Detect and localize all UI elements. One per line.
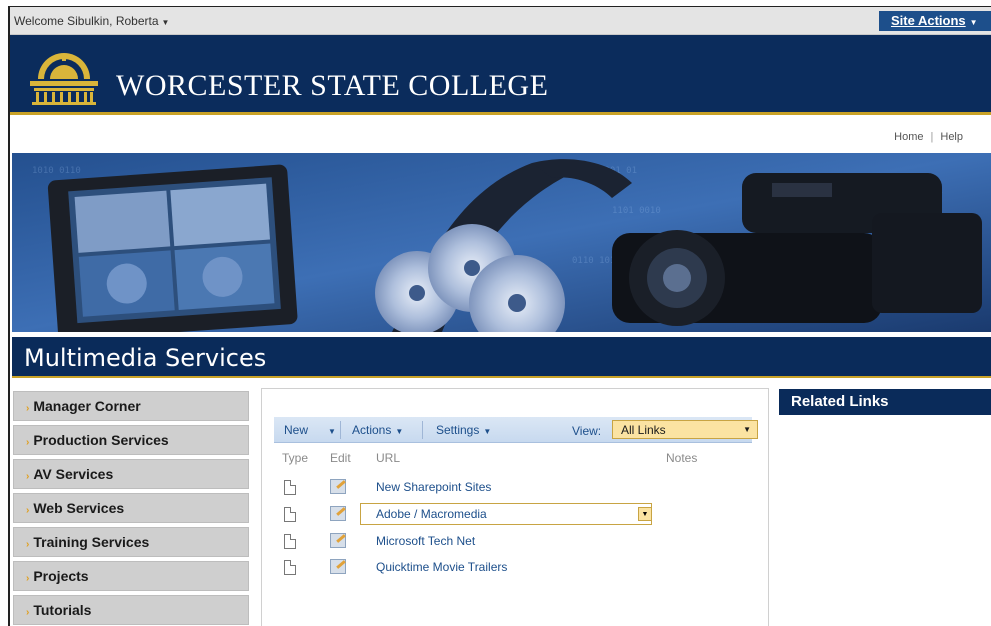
nav-item-label: Projects [33, 568, 89, 584]
divider [340, 421, 341, 439]
document-icon [284, 480, 296, 495]
nav-item-manager-corner[interactable]: › Manager Corner [13, 391, 249, 421]
site-banner: WORCESTER STATE COLLEGE [10, 35, 991, 115]
nav-item-projects[interactable]: › Projects [13, 561, 249, 591]
chevron-down-icon: ▼ [969, 18, 978, 27]
nav-item-label: Production Services [33, 432, 169, 448]
chevron-down-icon: ▼ [328, 427, 336, 436]
url-link[interactable]: New Sharepoint Sites [376, 480, 491, 494]
list-row: New Sharepoint Sites [274, 475, 752, 499]
page-title: Multimedia Services [24, 344, 267, 372]
arrow-icon: › [26, 471, 30, 482]
nav-item-label: Manager Corner [33, 398, 141, 414]
welcome-menu[interactable]: Welcome Sibulkin, Roberta ▼ [14, 14, 169, 28]
list-toolbar: New ▼ Actions ▼ Settings ▼ View: All Links… [274, 417, 758, 443]
item-menu-dropdown-icon[interactable]: ▼ [638, 507, 652, 521]
svg-text:1010 0110: 1010 0110 [32, 166, 81, 176]
page-title-bar: Multimedia Services [12, 337, 991, 378]
home-link[interactable]: Home [894, 131, 923, 143]
related-links-header: Related Links [779, 389, 991, 415]
chevron-down-icon: ▼ [395, 427, 404, 436]
nav-item-label: Training Services [33, 534, 150, 550]
column-header-edit: Edit [330, 451, 351, 465]
column-header-url[interactable]: URL [376, 451, 400, 465]
url-link[interactable]: Quicktime Movie Trailers [376, 560, 507, 574]
chevron-down-icon: ▼ [161, 18, 170, 27]
url-link[interactable]: Microsoft Tech Net [376, 534, 475, 548]
edit-icon[interactable] [330, 506, 346, 521]
arrow-icon: › [26, 539, 30, 550]
chevron-down-icon: ▼ [483, 427, 492, 436]
welcome-label: Welcome Sibulkin, Roberta [14, 14, 159, 28]
site-actions-button[interactable]: Site Actions ▼ [879, 11, 991, 31]
links-list-webpart: New ▼ Actions ▼ Settings ▼ View: All Links… [261, 388, 769, 626]
view-select[interactable]: All Links ▼ [612, 420, 758, 439]
arrow-icon: › [26, 607, 30, 618]
actions-label: Actions [352, 423, 392, 437]
chevron-down-icon: ▼ [743, 425, 751, 434]
url-link[interactable]: Adobe / Macromedia [376, 507, 487, 521]
new-dropdown-button[interactable]: ▼ [324, 423, 336, 437]
nav-item-training-services[interactable]: › Training Services [13, 527, 249, 557]
arrow-icon: › [26, 505, 30, 516]
site-actions-label: Site Actions [891, 13, 966, 28]
new-button[interactable]: New [284, 423, 308, 437]
edit-icon[interactable] [330, 559, 346, 574]
hero-image: 0101 1001 011101 00100110 1011011010 011… [12, 153, 991, 332]
college-logo-icon[interactable] [24, 45, 104, 105]
nav-item-production-services[interactable]: › Production Services [13, 425, 249, 455]
edit-icon[interactable] [330, 533, 346, 548]
top-bar: Welcome Sibulkin, Roberta ▼ Site Actions ▼ [10, 7, 991, 35]
nav-item-av-services[interactable]: › AV Services [13, 459, 249, 489]
nav-item-label: Tutorials [33, 602, 92, 618]
column-header-notes[interactable]: Notes [666, 451, 697, 465]
arrow-icon: › [26, 437, 30, 448]
column-header-type[interactable]: Type [282, 451, 308, 465]
arrow-icon: › [26, 403, 30, 414]
settings-label: Settings [436, 423, 480, 437]
list-row-selected: Adobe / Macromedia ▼ [274, 502, 752, 526]
document-icon [284, 534, 296, 549]
svg-text:1101 0010: 1101 0010 [612, 206, 661, 216]
new-label: New [284, 423, 309, 437]
actions-menu[interactable]: Actions ▼ [352, 423, 403, 437]
nav-item-web-services[interactable]: › Web Services [13, 493, 249, 523]
utility-nav: Home | Help [894, 131, 963, 143]
settings-menu[interactable]: Settings ▼ [436, 423, 491, 437]
view-label: View: [572, 424, 602, 438]
list-row: Quicktime Movie Trailers [274, 555, 752, 579]
divider [422, 421, 423, 439]
multimedia-equipment-image: 0101 1001 011101 00100110 1011011010 011… [12, 153, 991, 332]
nav-item-label: Web Services [33, 500, 125, 516]
college-name: WORCESTER STATE COLLEGE [116, 69, 549, 102]
divider: | [930, 131, 934, 143]
view-select-value: All Links [621, 423, 666, 437]
document-icon [284, 560, 296, 575]
help-link[interactable]: Help [940, 131, 963, 143]
list-row: Microsoft Tech Net [274, 529, 752, 553]
document-icon [284, 507, 296, 522]
arrow-icon: › [26, 573, 30, 584]
nav-item-label: AV Services [33, 466, 114, 482]
edit-icon[interactable] [330, 479, 346, 494]
related-links-title: Related Links [791, 393, 889, 410]
nav-item-tutorials[interactable]: › Tutorials [13, 595, 249, 625]
browser-page: Welcome Sibulkin, Roberta ▼ Site Actions ▼… [8, 6, 991, 626]
left-navigation: › Manager Corner › Production Services › AV… [13, 391, 249, 626]
